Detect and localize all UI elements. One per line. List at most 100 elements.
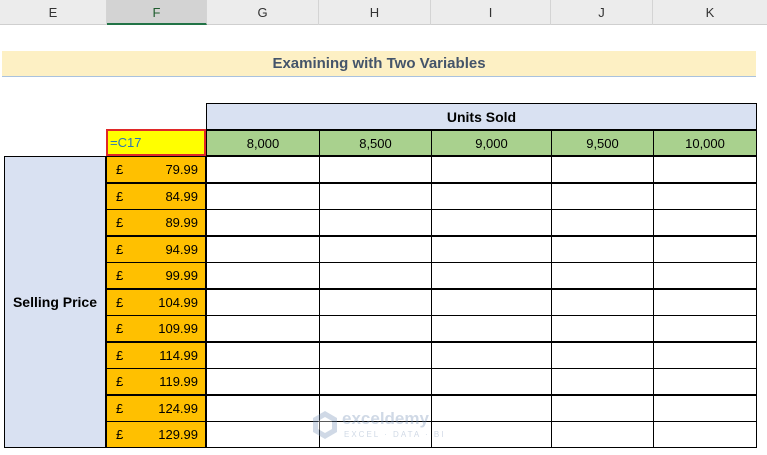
table-cell[interactable]: [319, 262, 432, 289]
table-cell[interactable]: [431, 262, 552, 289]
table-cell[interactable]: [551, 262, 654, 289]
currency-symbol: £: [116, 268, 124, 283]
table-cell[interactable]: [319, 236, 432, 263]
units-cell[interactable]: 8,000: [206, 130, 320, 156]
table-cell[interactable]: [653, 395, 757, 422]
table-cell[interactable]: [551, 289, 654, 316]
table-cell[interactable]: [653, 209, 757, 236]
units-cell[interactable]: 9,500: [551, 130, 654, 156]
table-cell[interactable]: [431, 315, 552, 342]
column-header-e[interactable]: E: [0, 0, 107, 25]
watermark-name: exceldemy: [342, 409, 429, 428]
formula-cell[interactable]: =C17: [106, 129, 206, 156]
table-cell[interactable]: [551, 342, 654, 369]
currency-symbol: £: [116, 427, 124, 442]
table-cell[interactable]: [653, 421, 757, 448]
currency-symbol: £: [116, 189, 124, 204]
units-sold-header[interactable]: Units Sold: [206, 103, 757, 130]
price-value: 114.99: [159, 348, 198, 363]
column-header-j[interactable]: J: [551, 0, 653, 25]
table-cell[interactable]: [319, 209, 432, 236]
table-cell[interactable]: [206, 315, 320, 342]
price-cell[interactable]: £84.99: [106, 183, 206, 210]
table-cell[interactable]: [206, 209, 320, 236]
currency-symbol: £: [116, 242, 124, 257]
table-cell[interactable]: [551, 209, 654, 236]
exceldemy-logo-icon: [313, 411, 337, 439]
units-cell[interactable]: 9,000: [431, 130, 552, 156]
price-cell[interactable]: £94.99: [106, 236, 206, 263]
table-cell[interactable]: [206, 156, 320, 183]
table-cell[interactable]: [551, 236, 654, 263]
table-cell[interactable]: [653, 236, 757, 263]
price-value: 89.99: [165, 215, 198, 230]
price-value: 129.99: [158, 427, 198, 442]
table-cell[interactable]: [653, 262, 757, 289]
table-cell[interactable]: [431, 236, 552, 263]
price-value: 94.99: [165, 242, 198, 257]
currency-symbol: £: [116, 295, 124, 310]
price-cell[interactable]: £124.99: [106, 395, 206, 422]
column-header-g[interactable]: G: [207, 0, 319, 25]
table-cell[interactable]: [431, 368, 552, 395]
table-cell[interactable]: [206, 395, 320, 422]
table-cell[interactable]: [319, 183, 432, 210]
currency-symbol: £: [116, 321, 124, 336]
table-cell[interactable]: [319, 156, 432, 183]
table-cell[interactable]: [319, 368, 432, 395]
units-cell[interactable]: 10,000: [653, 130, 757, 156]
currency-symbol: £: [116, 374, 124, 389]
table-cell[interactable]: [206, 342, 320, 369]
table-cell[interactable]: [551, 183, 654, 210]
table-cell[interactable]: [206, 289, 320, 316]
column-header-bar: E F G H I J K: [0, 0, 767, 25]
price-cell[interactable]: £114.99: [106, 342, 206, 369]
table-cell[interactable]: [319, 289, 432, 316]
price-value: 119.99: [159, 374, 198, 389]
table-cell[interactable]: [431, 209, 552, 236]
table-cell[interactable]: [431, 156, 552, 183]
table-cell[interactable]: [653, 183, 757, 210]
table-cell[interactable]: [653, 342, 757, 369]
table-cell[interactable]: [206, 236, 320, 263]
watermark-sub: EXCEL · DATA · BI: [344, 430, 446, 439]
price-value: 79.99: [165, 162, 198, 177]
price-cell[interactable]: £89.99: [106, 209, 206, 236]
currency-symbol: £: [116, 401, 124, 416]
table-cell[interactable]: [653, 315, 757, 342]
table-cell[interactable]: [653, 156, 757, 183]
units-cell[interactable]: 8,500: [319, 130, 432, 156]
column-header-f[interactable]: F: [107, 0, 207, 25]
table-cell[interactable]: [431, 183, 552, 210]
price-cell[interactable]: £79.99: [106, 156, 206, 183]
table-cell[interactable]: [206, 368, 320, 395]
table-cell[interactable]: [551, 315, 654, 342]
selling-price-label[interactable]: Selling Price: [4, 156, 106, 448]
table-cell[interactable]: [206, 262, 320, 289]
table-cell[interactable]: [319, 342, 432, 369]
price-value: 84.99: [165, 189, 198, 204]
table-cell[interactable]: [431, 289, 552, 316]
table-cell[interactable]: [551, 395, 654, 422]
table-cell[interactable]: [551, 368, 654, 395]
price-cell[interactable]: £104.99: [106, 289, 206, 316]
price-cell[interactable]: £109.99: [106, 315, 206, 342]
table-cell[interactable]: [551, 421, 654, 448]
price-value: 99.99: [165, 268, 198, 283]
table-cell[interactable]: [653, 368, 757, 395]
column-header-i[interactable]: I: [431, 0, 551, 25]
price-cell[interactable]: £99.99: [106, 262, 206, 289]
column-header-k[interactable]: K: [653, 0, 767, 25]
price-cell[interactable]: £129.99: [106, 421, 206, 448]
table-cell[interactable]: [551, 156, 654, 183]
price-value: 109.99: [158, 321, 198, 336]
price-value: 124.99: [158, 401, 198, 416]
table-cell[interactable]: [431, 342, 552, 369]
table-cell[interactable]: [206, 183, 320, 210]
price-cell[interactable]: £119.99: [106, 368, 206, 395]
table-cell[interactable]: [206, 421, 320, 448]
table-cell[interactable]: [653, 289, 757, 316]
sheet-title[interactable]: Examining with Two Variables: [2, 51, 756, 77]
column-header-h[interactable]: H: [319, 0, 431, 25]
table-cell[interactable]: [319, 315, 432, 342]
